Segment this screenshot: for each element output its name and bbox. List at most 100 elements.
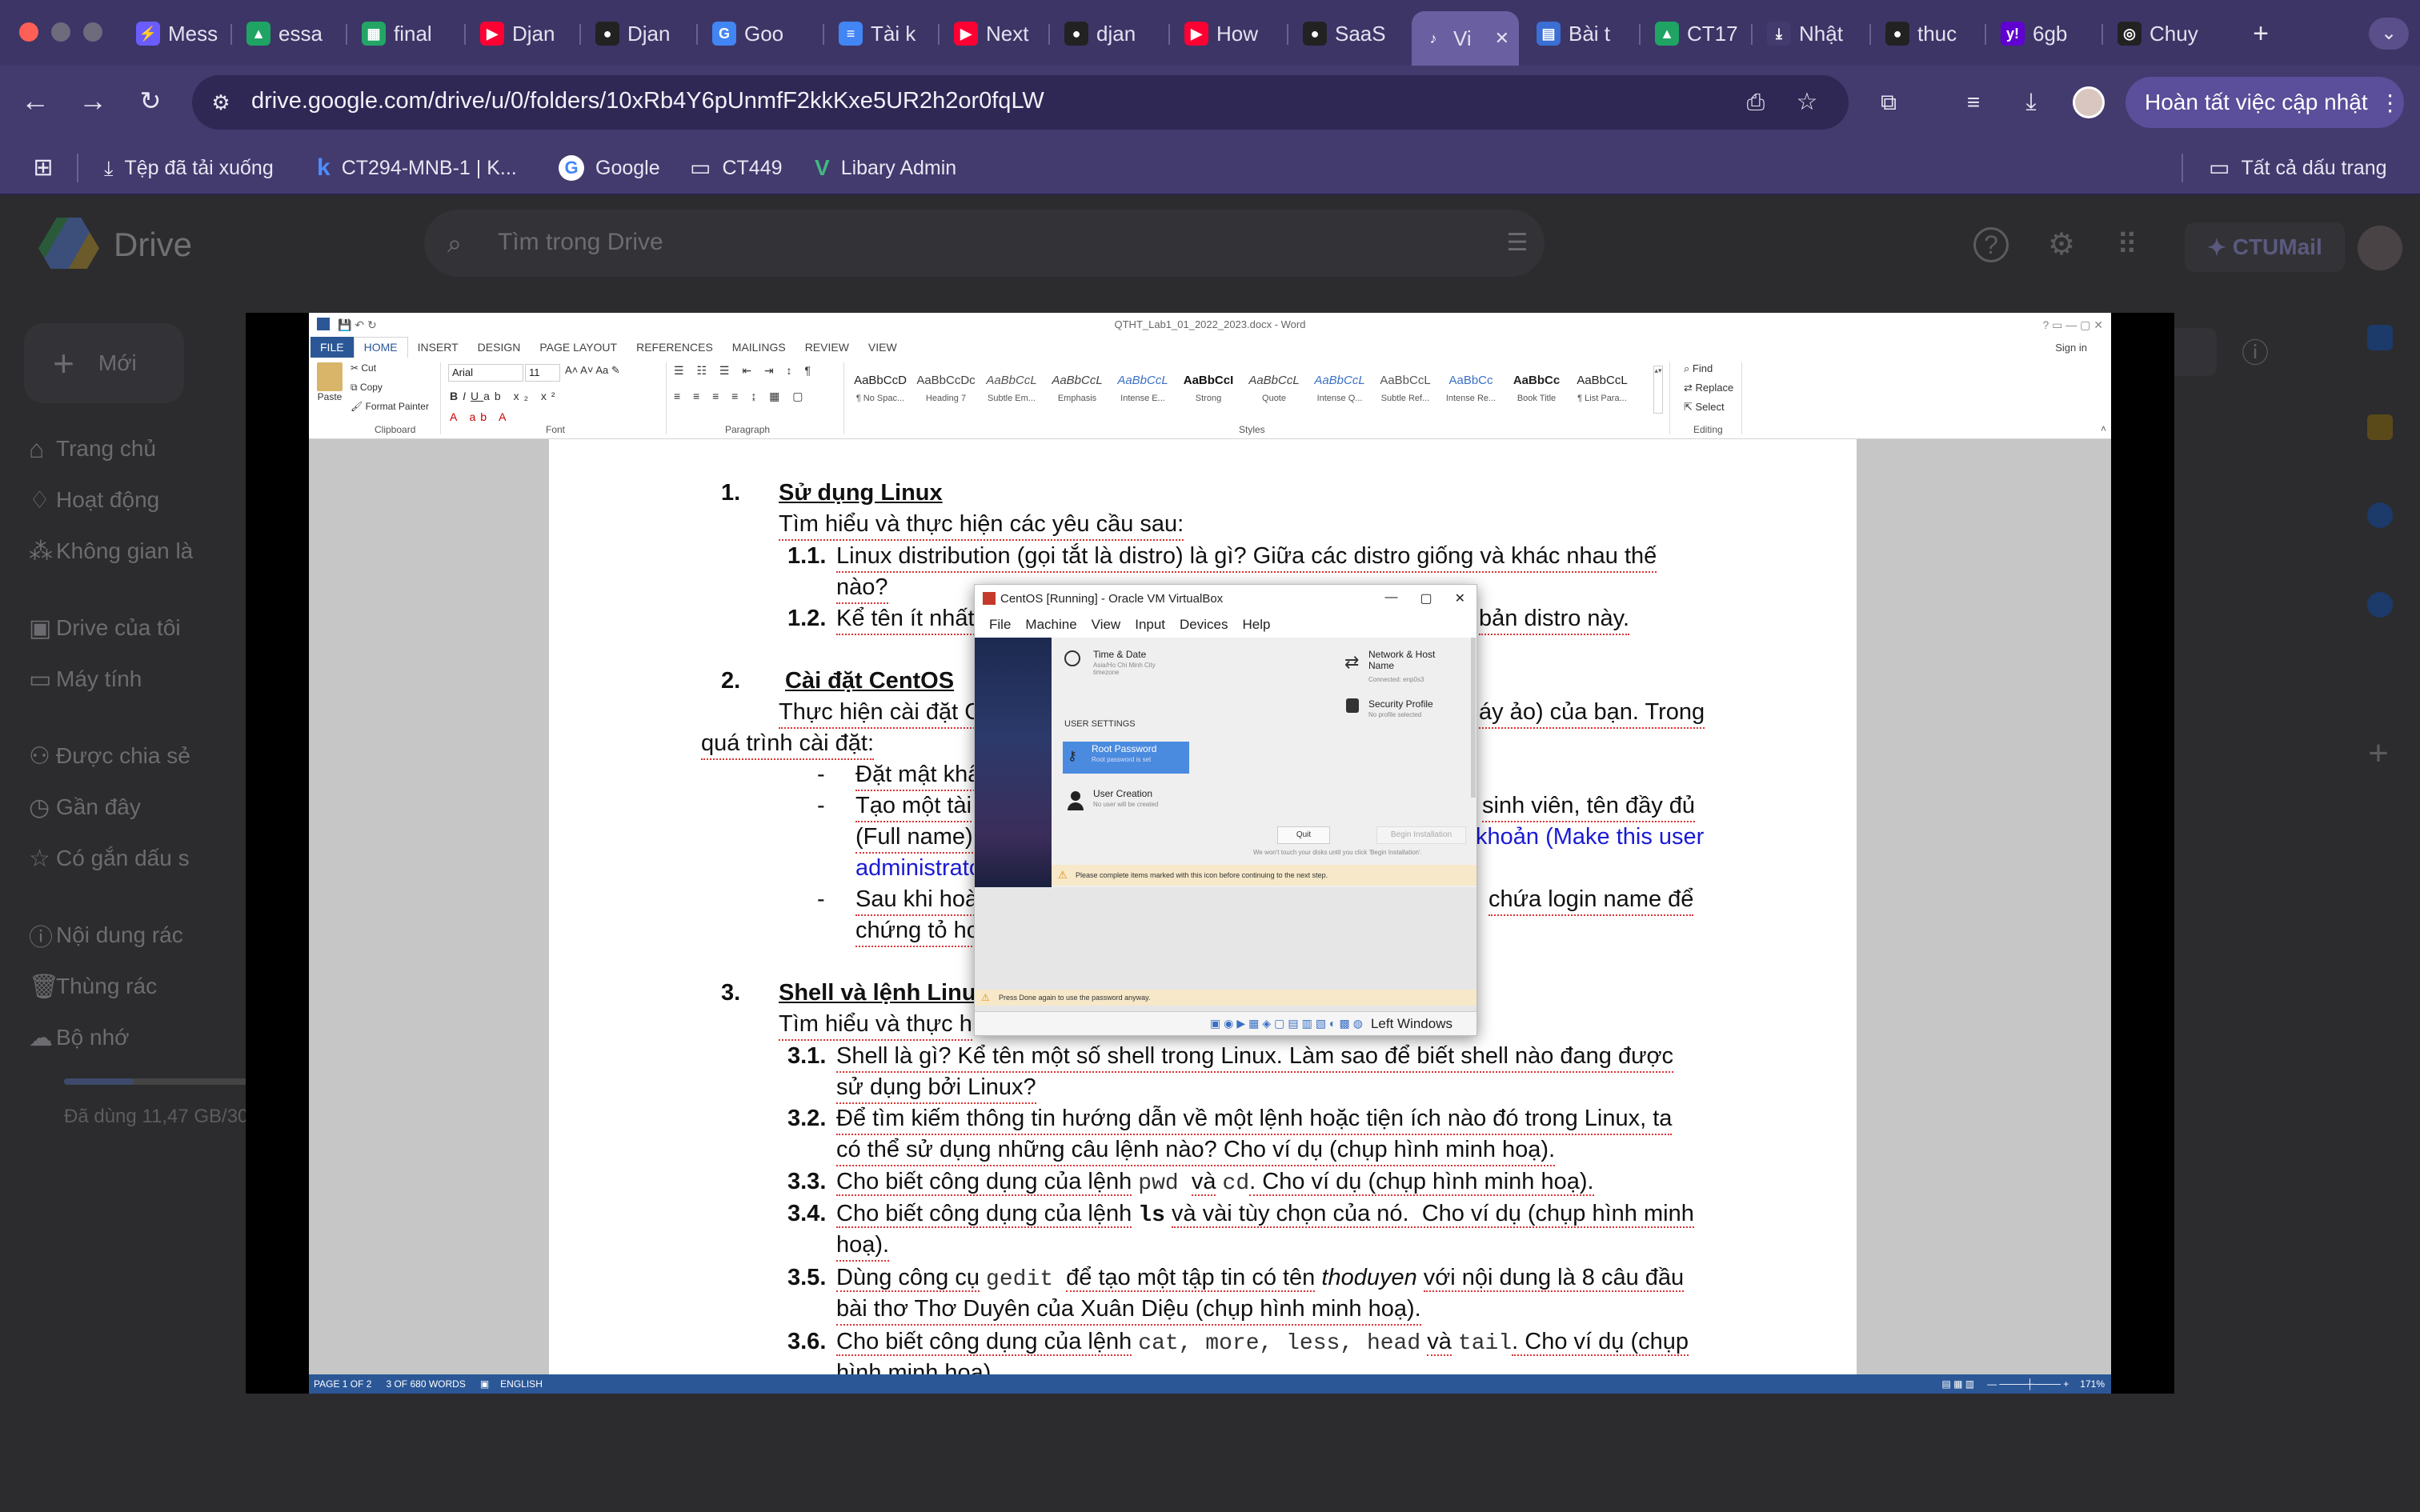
tab-13[interactable]: ▤ Bài t xyxy=(1527,11,1637,56)
tab-1[interactable]: ⚡ Mess xyxy=(126,11,229,56)
sign-in-link[interactable]: Sign in xyxy=(2055,342,2087,354)
new-tab-button[interactable]: + xyxy=(2245,18,2277,50)
style-6[interactable]: AaBbCcI Strong xyxy=(1176,364,1240,415)
zoom-level[interactable]: 171% xyxy=(2080,1378,2105,1390)
grid-view-toggle[interactable] xyxy=(2169,328,2217,376)
extensions-icon[interactable]: ⧉ xyxy=(1873,86,1905,118)
minimize-window-button[interactable] xyxy=(51,22,70,42)
tab-page-layout[interactable]: PAGE LAYOUT xyxy=(530,341,627,354)
page-count[interactable]: PAGE 1 OF 2 xyxy=(314,1378,371,1390)
style-1[interactable]: AaBbCcD ¶ No Spac... xyxy=(848,364,912,415)
tab-7[interactable]: ≡ Tài k xyxy=(829,11,936,56)
nav-activity[interactable]: ♢ Hoạt động xyxy=(29,484,159,516)
vm-guest-screen[interactable]: Time & Date Asia/Ho Chi Minh City timezo… xyxy=(975,638,1476,887)
close-tab-icon[interactable]: ✕ xyxy=(1495,28,1509,49)
font-color-buttons[interactable]: A ab A xyxy=(450,410,511,423)
paste-button[interactable]: Paste xyxy=(315,362,344,410)
tab-view[interactable]: VIEW xyxy=(859,341,907,354)
media-control-icon[interactable]: ≡ xyxy=(1957,86,1989,118)
ctumail-badge[interactable]: ✦ CTUMail xyxy=(2185,222,2345,272)
close-icon[interactable]: ✕ xyxy=(1455,590,1465,606)
profile-avatar[interactable] xyxy=(2073,86,2105,118)
add-addon-icon[interactable]: + xyxy=(2361,736,2396,771)
nav-spam[interactable]: ⓘ Nội dung rác xyxy=(29,919,183,951)
site-info-icon[interactable]: ⚙ xyxy=(205,86,237,118)
vm-menu-view[interactable]: View xyxy=(1092,617,1121,633)
tab-18[interactable]: ◎ Chuy xyxy=(2108,11,2228,56)
find-button[interactable]: ⌕ Find xyxy=(1684,362,1713,375)
vm-device-icons[interactable]: ▣◉▶▦◈▢▤▥▧◐▩◍ xyxy=(1210,1017,1366,1030)
calendar-icon[interactable] xyxy=(2367,325,2393,350)
collapse-ribbon-icon[interactable]: ˄ xyxy=(2101,423,2106,434)
downloads-icon[interactable]: ⤓ xyxy=(2015,86,2047,118)
bookmark-downloads[interactable]: ⤓ Tệp đã tải xuống xyxy=(104,152,274,184)
apps-grid-icon[interactable]: ⊞ xyxy=(27,152,59,184)
tab-14[interactable]: ▲ CT17 xyxy=(1645,11,1749,56)
style-10[interactable]: AaBbCc Intense Re... xyxy=(1439,364,1503,415)
font-size-select[interactable]: 11 xyxy=(525,364,560,382)
vm-menu-devices[interactable]: Devices xyxy=(1180,617,1228,633)
tab-6[interactable]: G Goo xyxy=(703,11,821,56)
bookmark-star-icon[interactable]: ☆ xyxy=(1791,86,1823,118)
cut-button[interactable]: ✂ Cut xyxy=(351,362,376,374)
styles-scroll[interactable]: ▴▾ xyxy=(1653,366,1663,414)
style-2[interactable]: AaBbCcDc Heading 7 xyxy=(914,364,978,415)
bookmark-google[interactable]: G Google xyxy=(559,152,660,184)
tab-review[interactable]: REVIEW xyxy=(795,341,859,354)
proofing-icon[interactable]: ▣ xyxy=(480,1378,489,1390)
back-button[interactable]: ← xyxy=(18,83,53,118)
tab-10[interactable]: ▶ How xyxy=(1175,11,1285,56)
time-date-title[interactable]: Time & Date xyxy=(1093,649,1146,660)
nav-home[interactable]: ⌂ Trang chủ xyxy=(29,433,156,465)
tab-insert[interactable]: INSERT xyxy=(408,341,468,354)
network-title[interactable]: Network & Host Name xyxy=(1368,649,1456,671)
copy-button[interactable]: ⧉ Copy xyxy=(351,382,383,394)
google-apps-icon[interactable]: ⠿ xyxy=(2109,227,2145,262)
vm-menu-file[interactable]: File xyxy=(989,617,1011,633)
nav-workspaces[interactable]: ⁂ Không gian là xyxy=(29,535,193,567)
language-indicator[interactable]: ENGLISH xyxy=(500,1378,543,1390)
style-4[interactable]: AaBbCcL Emphasis xyxy=(1045,364,1109,415)
style-5[interactable]: AaBbCcL Intense E... xyxy=(1111,364,1175,415)
url-text[interactable]: drive.google.com/drive/u/0/folders/10xRb… xyxy=(251,88,1044,114)
style-9[interactable]: AaBbCcL Subtle Ref... xyxy=(1373,364,1437,415)
tasks-icon[interactable] xyxy=(2367,502,2393,528)
format-painter-button[interactable]: 🖌 Format Painter xyxy=(351,401,429,412)
align-buttons[interactable]: ≡ ≡ ≡ ≡ ↨ ▦ ▢ xyxy=(674,390,807,403)
font-size-buttons[interactable]: A˄ A˅ Aa ✎ xyxy=(565,364,620,377)
list-buttons[interactable]: ☰ ☷ ☰ ⇤ ⇥ ↕ ¶ xyxy=(674,364,815,378)
tab-home[interactable]: HOME xyxy=(353,337,408,358)
user-creation-title[interactable]: User Creation xyxy=(1093,788,1152,799)
tab-5[interactable]: ● Djan xyxy=(586,11,695,56)
maximize-icon[interactable]: ▢ xyxy=(1420,590,1432,606)
tab-16[interactable]: ● thuc xyxy=(1876,11,1983,56)
vm-menu-machine[interactable]: Machine xyxy=(1025,617,1076,633)
view-mode-buttons[interactable]: ▤ ▦ ▥ xyxy=(1941,1378,1974,1390)
quit-button[interactable]: Quit xyxy=(1277,826,1330,844)
drive-account-avatar[interactable] xyxy=(2358,226,2402,270)
info-icon[interactable]: ⓘ xyxy=(2238,336,2273,371)
vm-menu-input[interactable]: Input xyxy=(1135,617,1165,633)
search-options-icon[interactable]: ☰ xyxy=(1501,227,1533,259)
help-icon[interactable]: ? xyxy=(1973,227,2009,262)
bookmark-libary-admin[interactable]: V Libary Admin xyxy=(815,152,956,184)
nav-trash[interactable]: 🗑 Thùng rác xyxy=(29,970,157,1002)
tab-2[interactable]: ▲ essa xyxy=(237,11,344,56)
style-8[interactable]: AaBbCcL Intense Q... xyxy=(1308,364,1372,415)
tab-design[interactable]: DESIGN xyxy=(468,341,531,354)
all-bookmarks-button[interactable]: ▭ Tất cả dấu trang xyxy=(2209,152,2387,184)
security-profile-title[interactable]: Security Profile xyxy=(1368,698,1433,710)
tab-file[interactable]: FILE xyxy=(311,337,354,358)
bookmark-ct449[interactable]: ▭ CT449 xyxy=(690,152,783,184)
tab-3[interactable]: ▦ final xyxy=(352,11,463,56)
tab-search-button[interactable]: ⌄ xyxy=(2369,18,2409,50)
zoom-slider[interactable]: — ────┼──── + xyxy=(1987,1378,2069,1390)
word-count[interactable]: 3 OF 680 WORDS xyxy=(386,1378,465,1390)
select-button[interactable]: ⇱ Select xyxy=(1684,401,1725,414)
font-format-buttons[interactable]: BIUab x₂ x² xyxy=(450,390,560,402)
quick-access-icons[interactable]: 💾 ↶ ↻ xyxy=(338,313,377,337)
tab-17[interactable]: y! 6gb xyxy=(1991,11,2100,56)
tab-9[interactable]: ● djan xyxy=(1055,11,1167,56)
update-button[interactable]: Hoàn tất việc cập nhật ⋮ xyxy=(2126,77,2404,128)
style-3[interactable]: AaBbCcL Subtle Em... xyxy=(980,364,1044,415)
